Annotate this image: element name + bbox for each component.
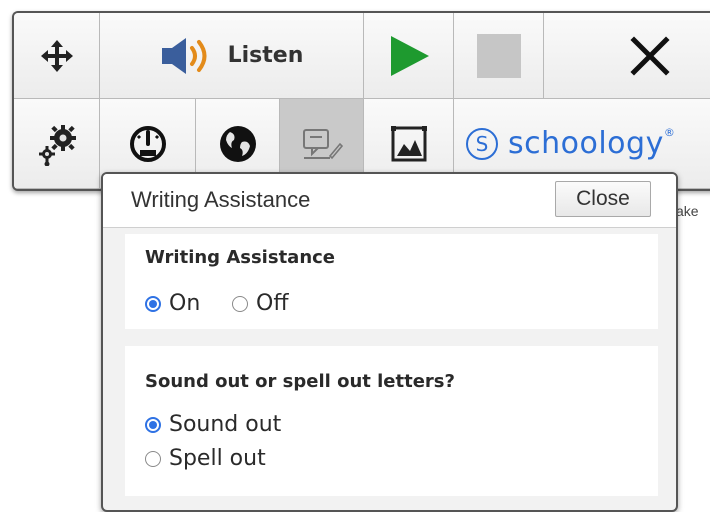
- play-button[interactable]: [364, 13, 454, 99]
- readspeaker-toolbar: Listen S schoology®: [12, 11, 710, 191]
- radio-selected-icon[interactable]: [145, 416, 161, 433]
- spell-out-radio[interactable]: Spell out: [145, 446, 266, 471]
- move-arrows-icon: [39, 38, 75, 74]
- writing-assistance-heading: Writing Assistance: [145, 247, 336, 268]
- globe-icon: [218, 124, 258, 164]
- writing-off-radio[interactable]: Off: [232, 291, 288, 316]
- stop-icon: [476, 33, 521, 78]
- writing-assistance-dialog: Writing Assistance Close Writing Assista…: [101, 172, 678, 512]
- sound-out-radio[interactable]: Sound out: [145, 412, 281, 437]
- gears-icon: [35, 122, 79, 166]
- sound-spell-heading: Sound out or spell out letters?: [145, 371, 455, 392]
- settings-button[interactable]: [14, 99, 100, 189]
- radio-label: Spell out: [169, 446, 266, 471]
- speedometer-icon: [128, 124, 168, 164]
- sound-spell-section: Sound out or spell out letters? Sound ou…: [125, 346, 658, 496]
- writing-assistance-section: Writing Assistance On Off: [125, 234, 658, 329]
- radio-label: Sound out: [169, 412, 282, 437]
- close-toolbar-button[interactable]: [544, 13, 710, 99]
- radio-label: Off: [256, 291, 289, 316]
- writing-assistance-icon: [300, 124, 344, 164]
- writing-on-radio[interactable]: On: [145, 291, 200, 316]
- background-page-text: ake: [676, 203, 699, 219]
- play-icon: [387, 34, 431, 78]
- listen-button[interactable]: Listen: [100, 13, 364, 99]
- dialog-header: Writing Assistance Close: [103, 174, 676, 228]
- picture-dictionary-icon: [390, 125, 427, 162]
- radio-selected-icon[interactable]: [145, 295, 161, 312]
- radio-unselected-icon[interactable]: [145, 450, 161, 467]
- schoology-logo-mark: S: [466, 127, 498, 160]
- schoology-wordmark: schoology®: [508, 126, 676, 161]
- radio-unselected-icon[interactable]: [232, 295, 248, 312]
- speaker-icon: [160, 34, 216, 78]
- dialog-title: Writing Assistance: [131, 187, 311, 212]
- dialog-close-button[interactable]: Close: [555, 181, 651, 217]
- stop-button[interactable]: [454, 13, 544, 99]
- close-icon: [630, 35, 670, 76]
- listen-label: Listen: [227, 43, 304, 68]
- radio-label: On: [169, 291, 201, 316]
- move-button[interactable]: [14, 13, 100, 99]
